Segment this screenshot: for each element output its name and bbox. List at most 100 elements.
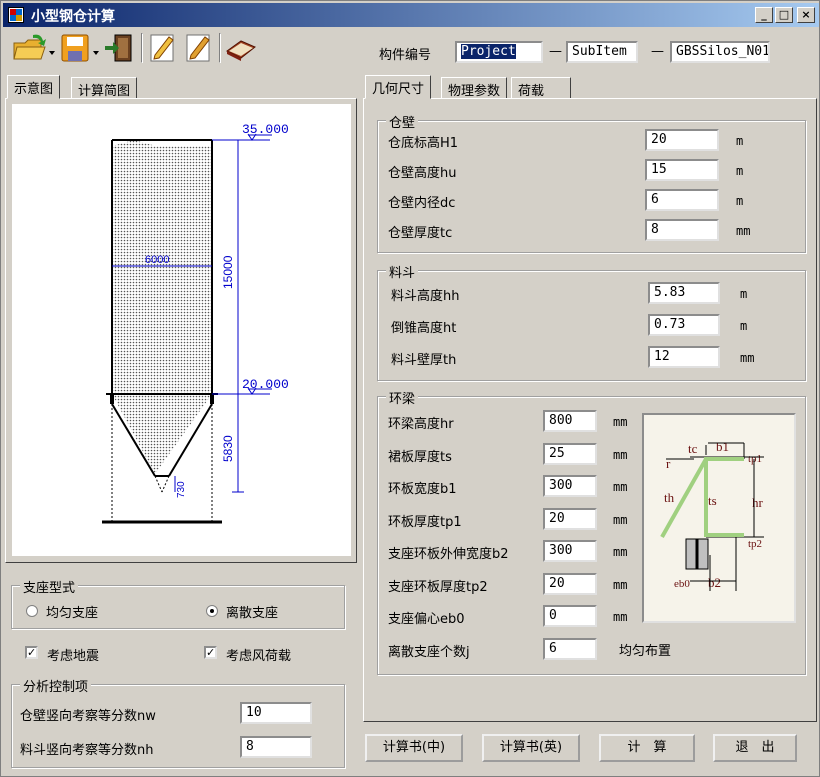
subitem-field[interactable]: SubItem bbox=[566, 41, 638, 63]
exit-button[interactable]: 退 出 bbox=[713, 734, 797, 762]
ring-row-unit: mm bbox=[613, 577, 628, 592]
maximize-button[interactable]: □ bbox=[775, 7, 793, 23]
radio-discrete-support[interactable] bbox=[206, 605, 218, 617]
hopper-row-label: 倒锥高度ht bbox=[391, 321, 457, 336]
schematic-canvas: 35.000 20.000 6000 15000 5830 730 bbox=[12, 104, 351, 556]
component-no-label: 构件编号 bbox=[379, 48, 432, 63]
radio-uniform-support[interactable] bbox=[26, 605, 38, 617]
seismic-checkbox[interactable]: ✓ bbox=[25, 646, 38, 659]
support-type-group: 支座型式 均匀支座 离散支座 bbox=[11, 577, 345, 629]
wall-title: 仓壁 bbox=[386, 112, 419, 131]
left-tab-panel: 35.000 20.000 6000 15000 5830 730 bbox=[5, 98, 357, 563]
report-english-button[interactable]: 计算书(英) bbox=[482, 734, 580, 762]
hopper-height-dim-text: 5830 bbox=[221, 435, 235, 462]
ring-row-unit: mm bbox=[613, 480, 628, 494]
fig-b1: b1 bbox=[716, 439, 729, 454]
edit-note-icon[interactable] bbox=[147, 31, 179, 65]
close-button[interactable]: × bbox=[797, 7, 815, 23]
ring-row-unit: mm bbox=[613, 447, 628, 462]
ring-row-input[interactable]: 800 bbox=[543, 410, 597, 432]
hopper-row-input[interactable]: 0.73 bbox=[648, 314, 720, 336]
hopper-row-input[interactable]: 5.83 bbox=[648, 282, 720, 304]
support-type-title: 支座型式 bbox=[20, 577, 79, 596]
title-bar: 小型钢仓计算 _ □ × bbox=[3, 3, 819, 27]
wall-row-label: 仓壁内径dc bbox=[388, 196, 456, 211]
help-book-icon[interactable] bbox=[223, 31, 259, 65]
save-icon[interactable] bbox=[59, 31, 101, 65]
hopper-row-unit: m bbox=[740, 319, 748, 333]
fig-th: th bbox=[664, 490, 675, 505]
minimize-button[interactable]: _ bbox=[755, 7, 773, 23]
wall-row-unit: m bbox=[736, 134, 744, 148]
nw-label: 仓壁竖向考察等分数nw bbox=[20, 709, 156, 724]
ring-row-input[interactable]: 0 bbox=[543, 605, 597, 627]
left-tabs: 示意图 计算简图 bbox=[5, 75, 355, 99]
silo-diagram: 35.000 20.000 6000 15000 5830 730 bbox=[102, 122, 289, 524]
open-folder-icon[interactable] bbox=[11, 31, 55, 65]
wall-row-input[interactable]: 8 bbox=[645, 219, 719, 241]
tab-load[interactable]: 荷载 bbox=[511, 77, 571, 99]
ring-row-label: 环板厚度tp1 bbox=[388, 514, 462, 530]
material-fill bbox=[112, 140, 212, 474]
wall-row-input[interactable]: 15 bbox=[645, 159, 719, 181]
hopper-group: 料斗 料斗高度hh 5.83 m 倒锥高度ht 0.73 m 料斗壁厚th 12 mm bbox=[377, 262, 806, 381]
ring-row-label: 环板宽度b1 bbox=[388, 482, 457, 497]
wall-row-label: 仓壁厚度tc bbox=[388, 226, 453, 241]
ring-row-unit: 均匀布置 bbox=[619, 643, 672, 659]
separator-dash-1: — bbox=[549, 44, 562, 59]
wall-row-input[interactable]: 6 bbox=[645, 189, 719, 211]
tab-schematic[interactable]: 示意图 bbox=[7, 75, 61, 99]
hopper-row-label: 料斗高度hh bbox=[391, 289, 460, 304]
toolbar-separator-2 bbox=[219, 33, 221, 63]
fig-tc: tc bbox=[688, 441, 698, 456]
ring-row-input[interactable]: 25 bbox=[543, 442, 597, 465]
nh-input[interactable]: 8 bbox=[240, 736, 312, 758]
ring-beam-detail-diagram: r tc b1 tp1 th ts hr tp2 eb0 b2 bbox=[660, 439, 764, 591]
ring-row-label: 裙板厚度ts bbox=[388, 449, 452, 465]
wall-group: 仓壁 仓底标高H1 20 m 仓壁高度hu 15 m 仓壁内径dc 6 m 仓壁厚度tc 8 mm bbox=[377, 112, 806, 253]
toolbar-separator bbox=[141, 33, 143, 63]
edit-doc-icon[interactable] bbox=[183, 31, 215, 65]
uniform-support-label: 均匀支座 bbox=[46, 606, 99, 621]
wall-row-label: 仓壁高度hu bbox=[388, 166, 457, 181]
name-field[interactable]: GBSSilos_N01 bbox=[670, 41, 770, 63]
fig-tp1: tp1 bbox=[748, 453, 762, 465]
ring-row-input[interactable]: 300 bbox=[543, 540, 597, 562]
hopper-title: 料斗 bbox=[386, 262, 419, 281]
wind-label: 考虑风荷载 bbox=[226, 649, 292, 664]
fig-eb0: eb0 bbox=[674, 578, 690, 590]
tab-physical[interactable]: 物理参数 bbox=[441, 77, 508, 99]
ring-group: 环梁 环梁高度hr 800 mm 裙板厚度ts 25 mm 环板宽度b1 300 mm 环板厚度t… bbox=[377, 388, 806, 675]
right-tabs: 几何尺寸 物理参数 荷载 bbox=[365, 75, 815, 99]
inverted-cone-left bbox=[154, 475, 163, 493]
ring-row-label: 离散支座个数j bbox=[388, 644, 470, 660]
ring-row-input[interactable]: 300 bbox=[543, 475, 597, 497]
ring-row-unit: mm bbox=[613, 512, 628, 527]
hopper-row-unit: mm bbox=[740, 351, 755, 365]
exit-door-icon[interactable] bbox=[103, 31, 135, 65]
wall-height-dim-text: 15000 bbox=[221, 255, 235, 289]
right-tab-panel: 仓壁 仓底标高H1 20 m 仓壁高度hu 15 m 仓壁内径dc 6 m 仓壁厚度tc 8 mm 料… bbox=[363, 98, 817, 722]
ring-row-input[interactable]: 20 bbox=[543, 507, 597, 530]
wall-row-input[interactable]: 20 bbox=[645, 129, 719, 151]
hopper-row-unit: m bbox=[740, 287, 748, 301]
tab-calc-diagram[interactable]: 计算简图 bbox=[71, 77, 138, 99]
fig-ts: ts bbox=[708, 493, 717, 508]
nw-input[interactable]: 10 bbox=[240, 702, 312, 724]
main-window: 小型钢仓计算 _ □ × 构件编号 Project — SubItem — GB… bbox=[0, 0, 820, 777]
compute-button[interactable]: 计 算 bbox=[599, 734, 695, 762]
wind-checkbox[interactable]: ✓ bbox=[204, 646, 217, 659]
ring-row-unit: mm bbox=[613, 415, 628, 429]
window-title: 小型钢仓计算 bbox=[31, 9, 115, 25]
tab-geometry[interactable]: 几何尺寸 bbox=[365, 75, 432, 99]
analysis-group: 分析控制项 仓壁竖向考察等分数nw 10 料斗竖向考察等分数nh 8 bbox=[11, 676, 345, 768]
report-chinese-button[interactable]: 计算书(中) bbox=[365, 734, 463, 762]
ring-row-input[interactable]: 20 bbox=[543, 572, 597, 595]
ring-row-label: 环梁高度hr bbox=[388, 417, 454, 432]
separator-dash-2: — bbox=[651, 44, 664, 59]
seismic-label: 考虑地震 bbox=[47, 649, 100, 664]
project-field[interactable]: Project bbox=[455, 41, 543, 63]
fig-tp2: tp2 bbox=[748, 538, 762, 550]
ring-row-input[interactable]: 6 bbox=[543, 637, 597, 660]
hopper-row-input[interactable]: 12 bbox=[648, 346, 720, 368]
